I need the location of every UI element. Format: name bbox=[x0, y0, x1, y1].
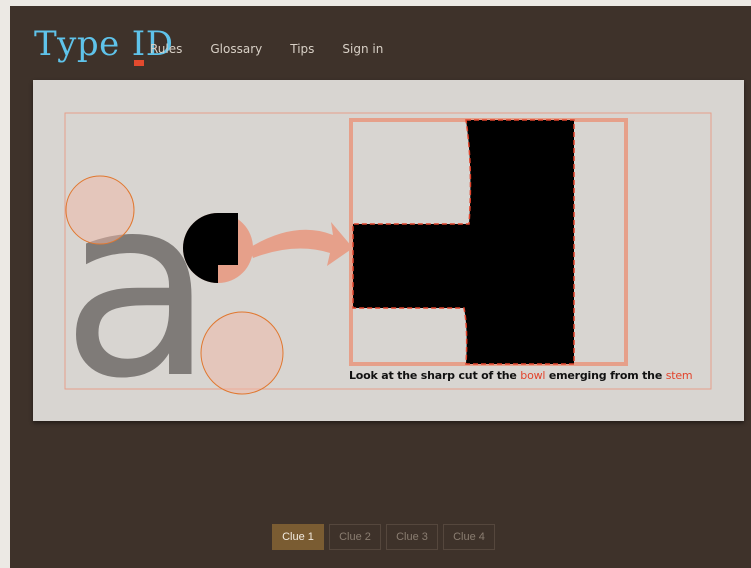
clue-tabs: Clue 1 Clue 2 Clue 3 Clue 4 bbox=[272, 524, 495, 550]
main-nav: Rules Glossary Tips Sign in bbox=[150, 42, 383, 56]
nav-glossary[interactable]: Glossary bbox=[210, 42, 262, 56]
clue-tab-4[interactable]: Clue 4 bbox=[443, 524, 495, 550]
clue-tab-2[interactable]: Clue 2 bbox=[329, 524, 381, 550]
clue-tab-3[interactable]: Clue 3 bbox=[386, 524, 438, 550]
logo-i: I bbox=[131, 24, 146, 66]
arrow bbox=[249, 222, 353, 266]
nav-tips[interactable]: Tips bbox=[290, 42, 314, 56]
logo-word: Type bbox=[34, 24, 120, 64]
nav-sign-in[interactable]: Sign in bbox=[342, 42, 383, 56]
highlight-circle-spur bbox=[200, 311, 284, 395]
term-bowl[interactable]: bowl bbox=[520, 369, 545, 382]
term-stem[interactable]: stem bbox=[666, 369, 693, 382]
clue-tab-1[interactable]: Clue 1 bbox=[272, 524, 324, 550]
clue-caption: Look at the sharp cut of the bowl emergi… bbox=[349, 369, 693, 382]
clue-panel: a Look at the sharp cut of the bowl emer… bbox=[33, 80, 744, 421]
highlight-circle-terminal bbox=[65, 175, 135, 245]
page-frame: Type ID Rules Glossary Tips Sign in a Lo… bbox=[10, 6, 751, 568]
nav-rules[interactable]: Rules bbox=[150, 42, 182, 56]
